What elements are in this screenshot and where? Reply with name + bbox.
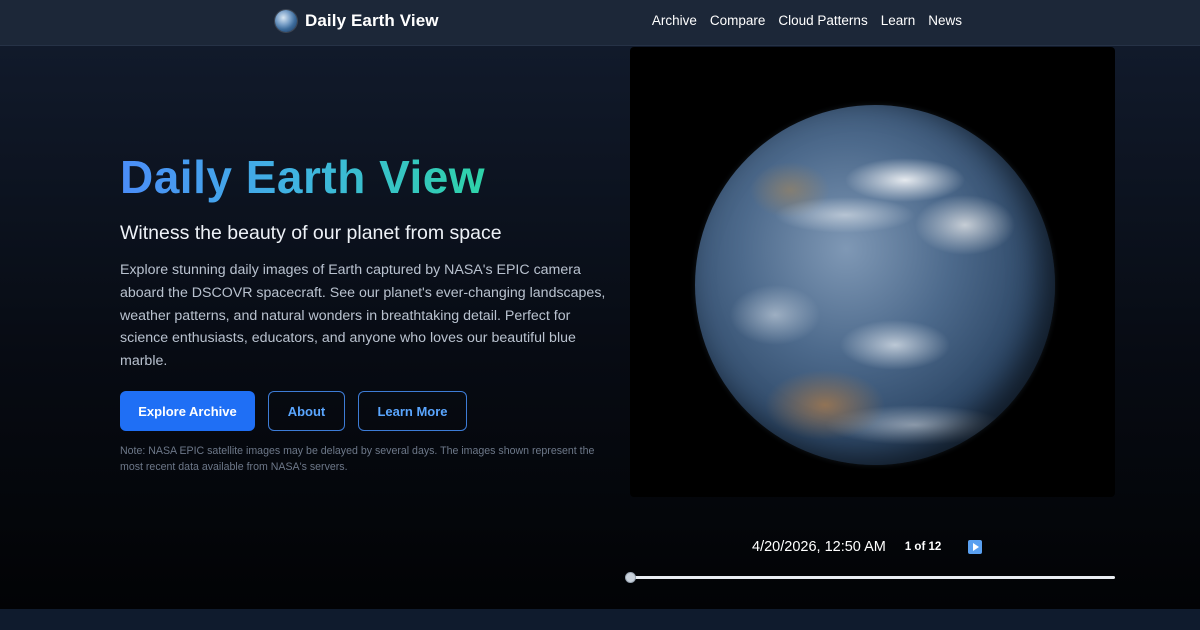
top-navbar: Daily Earth View Archive Compare Cloud P… <box>0 0 1200 46</box>
image-timestamp: 4/20/2026, 12:50 AM <box>752 539 886 555</box>
brand-name: Daily Earth View <box>305 11 439 30</box>
learn-more-button[interactable]: Learn More <box>358 391 467 431</box>
nav-link-compare[interactable]: Compare <box>710 13 766 28</box>
delay-note: Note: NASA EPIC satellite images may be … <box>120 445 595 473</box>
earth-image-viewer <box>630 47 1115 497</box>
play-icon[interactable] <box>968 540 982 554</box>
hero-subtitle: Witness the beauty of our planet from sp… <box>120 222 502 244</box>
slider-thumb[interactable] <box>625 572 636 583</box>
image-meta-row: 4/20/2026, 12:50 AM 1 of 12 <box>752 539 941 555</box>
image-timeline-slider[interactable] <box>625 572 1115 583</box>
earth-image <box>695 105 1055 465</box>
footer-band <box>0 609 1200 630</box>
explore-archive-button[interactable]: Explore Archive <box>120 391 255 431</box>
nav-link-cloud-patterns[interactable]: Cloud Patterns <box>778 13 867 28</box>
hero-description: Explore stunning daily images of Earth c… <box>120 262 606 370</box>
earth-globe-icon <box>275 10 297 32</box>
nav-link-archive[interactable]: Archive <box>652 13 697 28</box>
nav-link-news[interactable]: News <box>928 13 962 28</box>
nav-link-learn[interactable]: Learn <box>881 13 916 28</box>
about-button[interactable]: About <box>268 391 345 431</box>
image-counter: 1 of 12 <box>904 541 942 553</box>
hero-title: Daily Earth View <box>120 151 486 203</box>
main-nav: Archive Compare Cloud Patterns Learn New… <box>652 13 962 28</box>
brand-home-link[interactable]: Daily Earth View <box>275 9 439 33</box>
